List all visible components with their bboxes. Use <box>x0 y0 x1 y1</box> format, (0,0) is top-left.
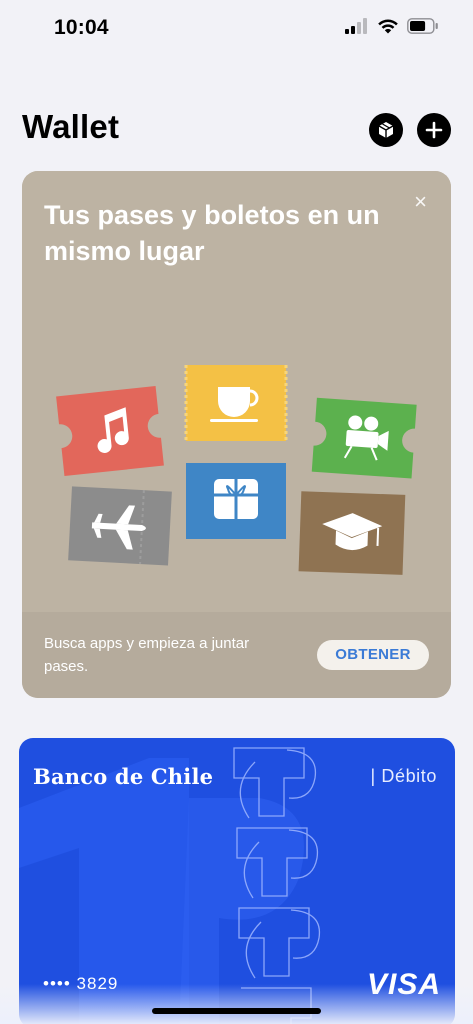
plus-icon <box>425 121 443 139</box>
promo-footer: Busca apps y empieza a juntar pases. OBT… <box>22 612 451 698</box>
get-button[interactable]: OBTENER <box>317 640 429 670</box>
cellular-signal-icon <box>345 18 367 34</box>
graduation-cap-ticket-icon <box>298 491 406 575</box>
box-button[interactable] <box>369 113 403 147</box>
promo-description: Busca apps y empieza a juntar pases. <box>44 635 250 675</box>
movie-camera-ticket-icon <box>311 397 417 479</box>
header: Wallet <box>22 104 451 156</box>
card-type: | Débito <box>370 766 437 786</box>
promo-title: Tus pases y boletos en un mismo lugar <box>44 200 380 266</box>
promo-card: Tus pases y boletos en un mismo lugar × <box>22 171 451 698</box>
add-button[interactable] <box>417 113 451 147</box>
battery-icon <box>407 18 438 34</box>
music-ticket-icon <box>56 385 164 477</box>
status-icons <box>345 18 439 34</box>
coffee-ticket-icon <box>184 365 288 441</box>
box-icon <box>378 122 394 138</box>
home-indicator[interactable] <box>152 1008 321 1014</box>
bank-name: Banco de Chile <box>33 764 214 789</box>
bank-card[interactable]: Banco de Chile | Débito •••• 3829 VISA <box>19 738 455 1024</box>
status-time: 10:04 <box>54 16 109 39</box>
page-title: Wallet <box>22 108 120 145</box>
status-bar: 10:04 <box>0 0 473 58</box>
wifi-icon <box>378 19 398 34</box>
bottom-fade <box>0 984 473 1024</box>
promo-illustration <box>56 365 417 575</box>
close-icon[interactable]: × <box>414 191 427 213</box>
promo-top: Tus pases y boletos en un mismo lugar × <box>22 171 451 612</box>
airplane-ticket-icon <box>68 486 172 566</box>
gift-ticket-icon <box>186 463 286 539</box>
